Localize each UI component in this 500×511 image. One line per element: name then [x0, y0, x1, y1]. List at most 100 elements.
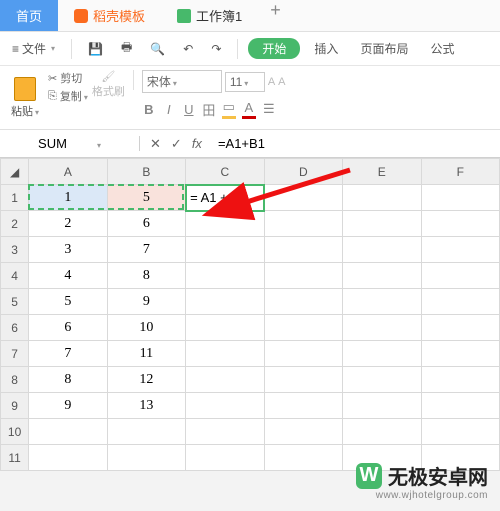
cell[interactable] [343, 211, 421, 237]
font-name-select[interactable]: 宋体 [142, 70, 222, 93]
tab-home[interactable]: 首页 [0, 0, 58, 31]
cell[interactable] [264, 393, 342, 419]
cell[interactable] [29, 419, 107, 445]
cell[interactable] [186, 315, 264, 341]
cell[interactable] [264, 315, 342, 341]
decrease-font-icon[interactable]: A [278, 76, 285, 88]
cell[interactable] [186, 367, 264, 393]
tab-workbook[interactable]: 工作簿1 [161, 0, 258, 31]
cell[interactable]: 5 [107, 185, 185, 211]
row-header[interactable]: 11 [1, 445, 29, 471]
row-header[interactable]: 9 [1, 393, 29, 419]
cut-button[interactable]: ✂ 剪切 [48, 70, 88, 86]
cell[interactable] [107, 419, 185, 445]
cell[interactable]: 8 [29, 367, 107, 393]
cell[interactable]: 7 [29, 341, 107, 367]
cell[interactable] [343, 341, 421, 367]
cell[interactable] [107, 445, 185, 471]
cell[interactable] [343, 263, 421, 289]
row-header[interactable]: 2 [1, 211, 29, 237]
cell[interactable]: = A1 + B1 [186, 185, 264, 211]
ribbon-tab-insert[interactable]: 插入 [306, 38, 346, 59]
confirm-formula-icon[interactable]: ✓ [171, 136, 182, 152]
col-header[interactable]: F [421, 159, 500, 185]
preview-icon[interactable]: 🔍 [144, 40, 171, 58]
row-header[interactable]: 6 [1, 315, 29, 341]
ribbon-tab-formula[interactable]: 公式 [422, 38, 462, 59]
font-size-select[interactable]: 11 [225, 72, 265, 92]
col-header[interactable]: C [186, 159, 264, 185]
cell[interactable]: 13 [107, 393, 185, 419]
select-all-corner[interactable]: ◢ [1, 159, 29, 185]
cell[interactable]: 3 [29, 237, 107, 263]
row-header[interactable]: 4 [1, 263, 29, 289]
paste-button[interactable]: 粘贴 [6, 70, 44, 125]
cell[interactable]: 12 [107, 367, 185, 393]
col-header[interactable]: B [107, 159, 185, 185]
cell[interactable]: 5 [29, 289, 107, 315]
cell[interactable] [186, 393, 264, 419]
cell[interactable] [421, 263, 500, 289]
app-menu-icon[interactable]: ≡ 文件 [6, 38, 61, 59]
cell[interactable] [186, 237, 264, 263]
cell[interactable] [421, 367, 500, 393]
cell[interactable] [264, 445, 342, 471]
cell[interactable] [264, 211, 342, 237]
cancel-formula-icon[interactable]: ✕ [150, 136, 161, 152]
cell[interactable] [264, 263, 342, 289]
border-button[interactable]: 田 [202, 100, 216, 119]
cell[interactable] [29, 445, 107, 471]
cell[interactable]: 1 [29, 185, 107, 211]
ribbon-tab-start[interactable]: 开始 [248, 38, 300, 59]
ribbon-tab-pagelayout[interactable]: 页面布局 [352, 38, 416, 59]
cell[interactable]: 9 [29, 393, 107, 419]
cell[interactable]: 2 [29, 211, 107, 237]
row-header[interactable]: 7 [1, 341, 29, 367]
cell[interactable] [186, 419, 264, 445]
cell[interactable] [264, 185, 342, 211]
cell[interactable] [343, 367, 421, 393]
tab-template[interactable]: 稻壳模板 [58, 0, 161, 31]
underline-button[interactable]: U [182, 102, 196, 117]
copy-button[interactable]: ⎘ 复制 [48, 88, 88, 104]
cell[interactable]: 9 [107, 289, 185, 315]
cell[interactable] [343, 289, 421, 315]
cell[interactable]: 7 [107, 237, 185, 263]
undo-icon[interactable]: ↶ [177, 40, 199, 58]
row-header[interactable]: 1 [1, 185, 29, 211]
cell[interactable] [186, 341, 264, 367]
cell[interactable] [343, 315, 421, 341]
row-header[interactable]: 10 [1, 419, 29, 445]
cell[interactable] [421, 185, 500, 211]
cell[interactable] [186, 289, 264, 315]
cell[interactable] [264, 419, 342, 445]
formula-input[interactable]: =A1+B1 [212, 136, 500, 151]
cell[interactable] [264, 367, 342, 393]
cell[interactable] [343, 237, 421, 263]
cell[interactable] [421, 419, 500, 445]
cell[interactable] [264, 289, 342, 315]
cell[interactable]: 6 [29, 315, 107, 341]
cell[interactable] [421, 211, 500, 237]
col-header[interactable]: E [343, 159, 421, 185]
cell[interactable] [421, 315, 500, 341]
italic-button[interactable]: I [162, 102, 176, 117]
cell[interactable] [421, 289, 500, 315]
cell[interactable] [343, 419, 421, 445]
cell[interactable] [421, 237, 500, 263]
font-color-button[interactable]: A [242, 100, 256, 119]
increase-font-icon[interactable]: A [268, 76, 275, 88]
row-header[interactable]: 8 [1, 367, 29, 393]
cell[interactable] [264, 341, 342, 367]
fill-color-button[interactable]: ▭ [222, 99, 236, 119]
cell[interactable]: 6 [107, 211, 185, 237]
row-header[interactable]: 3 [1, 237, 29, 263]
cell[interactable] [186, 445, 264, 471]
fx-icon[interactable]: fx [192, 136, 202, 152]
col-header[interactable]: A [29, 159, 107, 185]
cell[interactable] [421, 341, 500, 367]
cell[interactable]: 11 [107, 341, 185, 367]
cell[interactable] [343, 393, 421, 419]
cell[interactable]: 8 [107, 263, 185, 289]
new-tab-button[interactable]: + [258, 0, 293, 31]
